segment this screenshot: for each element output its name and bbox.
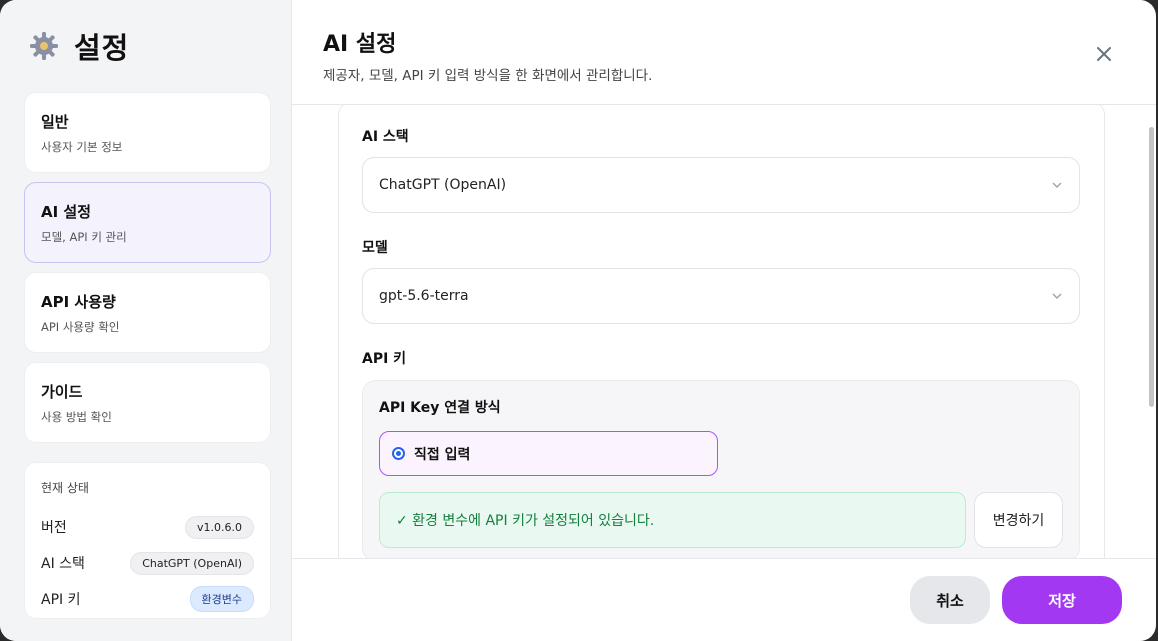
- model-select[interactable]: gpt-5.6-terra: [362, 268, 1080, 324]
- stack-select[interactable]: ChatGPT (OpenAI): [362, 157, 1080, 213]
- gear-icon: [30, 32, 58, 60]
- key-badge: 환경변수: [189, 586, 254, 612]
- radio-label: 직접 입력: [414, 446, 471, 463]
- change-button[interactable]: 변경하기: [974, 492, 1063, 548]
- scrollbar-thumb[interactable]: [1149, 127, 1154, 407]
- nav-item-title: AI 설정: [41, 203, 92, 221]
- nav-item-subtitle: 사용자 기본 정보: [41, 140, 123, 154]
- nav-item-guide[interactable]: 가이드 사용 방법 확인: [24, 362, 271, 443]
- stack-badge: ChatGPT (OpenAI): [130, 551, 254, 575]
- nav-item-title: 일반: [41, 113, 69, 131]
- status-title: 현재 상태: [41, 481, 89, 495]
- nav-item-title: API 사용량: [41, 293, 116, 311]
- page-subtitle: 제공자, 모델, API 키 입력 방식을 한 화면에서 관리합니다.: [323, 68, 653, 84]
- settings-panel: AI 스택 ChatGPT (OpenAI) 모델 gpt-5.6-terra …: [338, 105, 1105, 558]
- api-key-method-panel: API Key 연결 방식 직접 입력 ✓ 환경 변수에 API 키가 설정되어…: [362, 380, 1080, 558]
- footer: 취소 저장: [292, 558, 1156, 641]
- radio-direct-input[interactable]: 직접 입력: [379, 431, 718, 476]
- close-icon: [1097, 47, 1111, 61]
- main-header: AI 설정 제공자, 모델, API 키 입력 방식을 한 화면에서 관리합니다…: [292, 0, 1156, 105]
- env-row: ✓ 환경 변수에 API 키가 설정되어 있습니다. 변경하기: [379, 492, 1063, 548]
- main-panel: AI 설정 제공자, 모델, API 키 입력 방식을 한 화면에서 관리합니다…: [292, 0, 1156, 641]
- status-key: AI 스택: [41, 556, 85, 572]
- save-button[interactable]: 저장: [1002, 576, 1122, 624]
- close-button[interactable]: [1092, 42, 1116, 66]
- status-row-version: 버전 v1.0.6.0: [41, 509, 254, 545]
- chevron-down-icon: [1052, 182, 1062, 188]
- stack-label: AI 스택: [362, 129, 409, 145]
- cancel-button[interactable]: 취소: [910, 576, 990, 624]
- model-label: 모델: [362, 240, 388, 256]
- sidebar-title: 설정: [74, 31, 130, 65]
- stack-select-value: ChatGPT (OpenAI): [379, 177, 507, 193]
- nav-item-subtitle: 사용 방법 확인: [41, 410, 112, 424]
- nav-item-ai-settings[interactable]: AI 설정 모델, API 키 관리: [24, 182, 271, 263]
- status-row-stack: AI 스택 ChatGPT (OpenAI): [41, 545, 254, 581]
- sidebar: 설정 일반 사용자 기본 정보 AI 설정 모델, API 키 관리 API 사…: [0, 0, 292, 641]
- key-method-title: API Key 연결 방식: [379, 400, 501, 416]
- nav-item-subtitle: API 사용량 확인: [41, 320, 120, 334]
- radio-selected-icon: [392, 447, 405, 460]
- status-key: API 키: [41, 592, 81, 608]
- nav-item-title: 가이드: [41, 383, 83, 401]
- nav-item-subtitle: 모델, API 키 관리: [41, 230, 127, 244]
- status-row-key: API 키 환경변수: [41, 581, 254, 617]
- nav-item-api-usage[interactable]: API 사용량 API 사용량 확인: [24, 272, 271, 353]
- chevron-down-icon: [1052, 293, 1062, 299]
- status-card: 현재 상태 버전 v1.0.6.0 AI 스택 ChatGPT (OpenAI)…: [24, 462, 271, 619]
- status-key: 버전: [41, 520, 67, 536]
- settings-modal: 설정 일반 사용자 기본 정보 AI 설정 모델, API 키 관리 API 사…: [0, 0, 1156, 641]
- api-key-label: API 키: [362, 351, 407, 367]
- model-select-value: gpt-5.6-terra: [379, 288, 469, 304]
- sidebar-header: 설정: [24, 0, 271, 92]
- env-status-message: ✓ 환경 변수에 API 키가 설정되어 있습니다.: [379, 492, 967, 548]
- scroll-content[interactable]: AI 스택 ChatGPT (OpenAI) 모델 gpt-5.6-terra …: [292, 105, 1156, 558]
- page-title: AI 설정: [323, 32, 397, 57]
- nav-item-general[interactable]: 일반 사용자 기본 정보: [24, 92, 271, 173]
- version-badge: v1.0.6.0: [185, 515, 254, 539]
- scrollbar[interactable]: [1146, 105, 1156, 558]
